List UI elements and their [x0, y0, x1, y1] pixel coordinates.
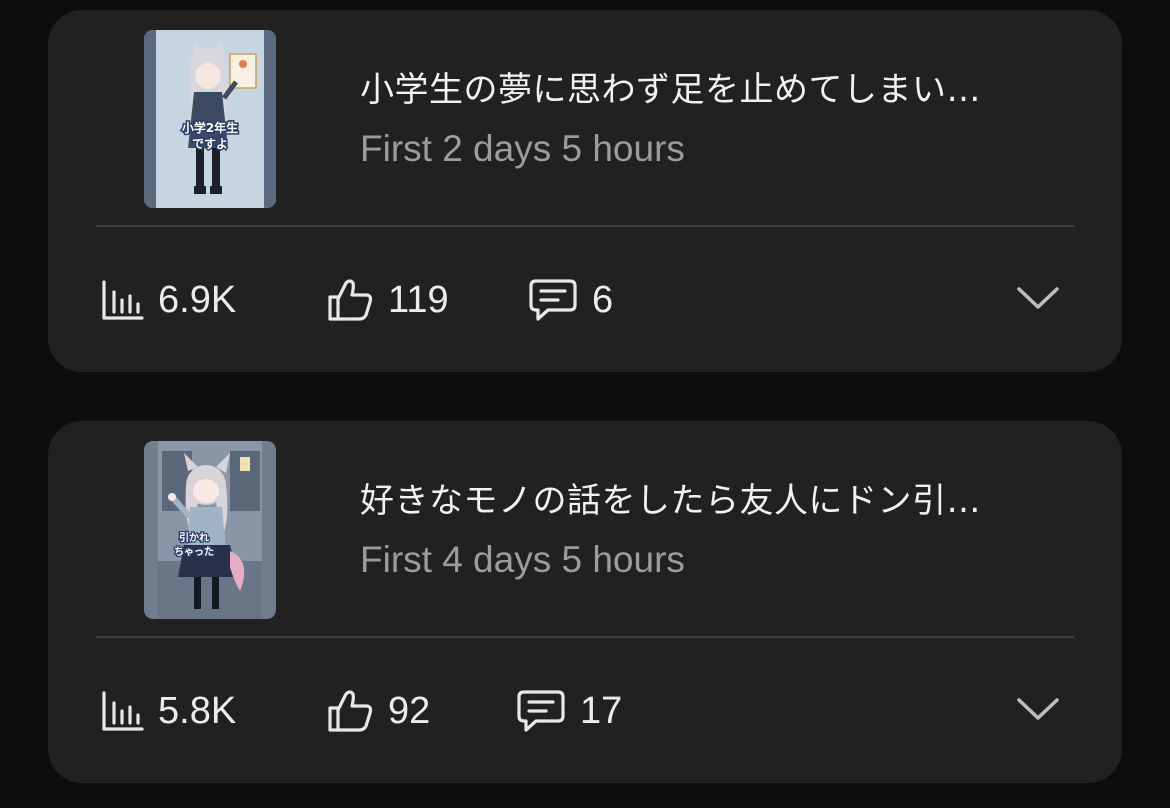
svg-text:ですよ: ですよ: [192, 137, 228, 151]
views-count: 5.8K: [158, 689, 237, 732]
comment-button[interactable]: 6: [528, 272, 613, 328]
post-thumbnail[interactable]: 小学2年生 ですよ: [144, 30, 276, 208]
post-feed: 小学2年生 ですよ 小学生の夢に思わず足を止めてしまい… First 2 day…: [0, 0, 1170, 808]
thumbnail-caption: 引かれ: [179, 531, 209, 544]
expand-button[interactable]: [1016, 691, 1060, 731]
views-count: 6.9K: [158, 278, 237, 321]
chevron-down-icon: [1016, 285, 1060, 315]
comments-count: 6: [592, 278, 614, 321]
divider: [96, 636, 1074, 638]
thumbs-up-icon: [326, 688, 374, 734]
views-stat[interactable]: 5.8K: [100, 683, 236, 739]
comments-count: 17: [580, 689, 623, 732]
comment-button[interactable]: 17: [516, 683, 622, 739]
comment-icon: [528, 277, 578, 323]
bar-chart-icon: [100, 278, 144, 322]
comment-icon: [516, 688, 566, 734]
bar-chart-icon: [100, 689, 144, 733]
thumbs-up-icon: [326, 277, 374, 323]
likes-count: 92: [388, 689, 431, 732]
post-meta: First 4 days 5 hours: [360, 539, 685, 580]
chevron-down-icon: [1016, 696, 1060, 726]
likes-count: 119: [388, 278, 449, 321]
divider: [96, 225, 1074, 227]
post-card[interactable]: 引かれ ちゃった 好きなモノの話をしたら友人にドン引… First 4 days…: [48, 421, 1122, 783]
post-title[interactable]: 小学生の夢に思わず足を止めてしまい…: [360, 68, 1080, 112]
like-button[interactable]: 119: [326, 272, 449, 328]
post-stats: 6.9K 119 6: [48, 272, 1122, 328]
post-meta: First 2 days 5 hours: [360, 128, 685, 169]
post-stats: 5.8K 92 17: [48, 683, 1122, 739]
thumbnail-caption: 小学2年生: [182, 120, 238, 135]
like-button[interactable]: 92: [326, 683, 430, 739]
svg-text:ちゃった: ちゃった: [174, 546, 214, 558]
post-title[interactable]: 好きなモノの話をしたら友人にドン引…: [360, 479, 1080, 523]
expand-button[interactable]: [1016, 280, 1060, 320]
post-thumbnail[interactable]: 引かれ ちゃった: [144, 441, 276, 619]
post-card[interactable]: 小学2年生 ですよ 小学生の夢に思わず足を止めてしまい… First 2 day…: [48, 10, 1122, 372]
views-stat[interactable]: 6.9K: [100, 272, 236, 328]
